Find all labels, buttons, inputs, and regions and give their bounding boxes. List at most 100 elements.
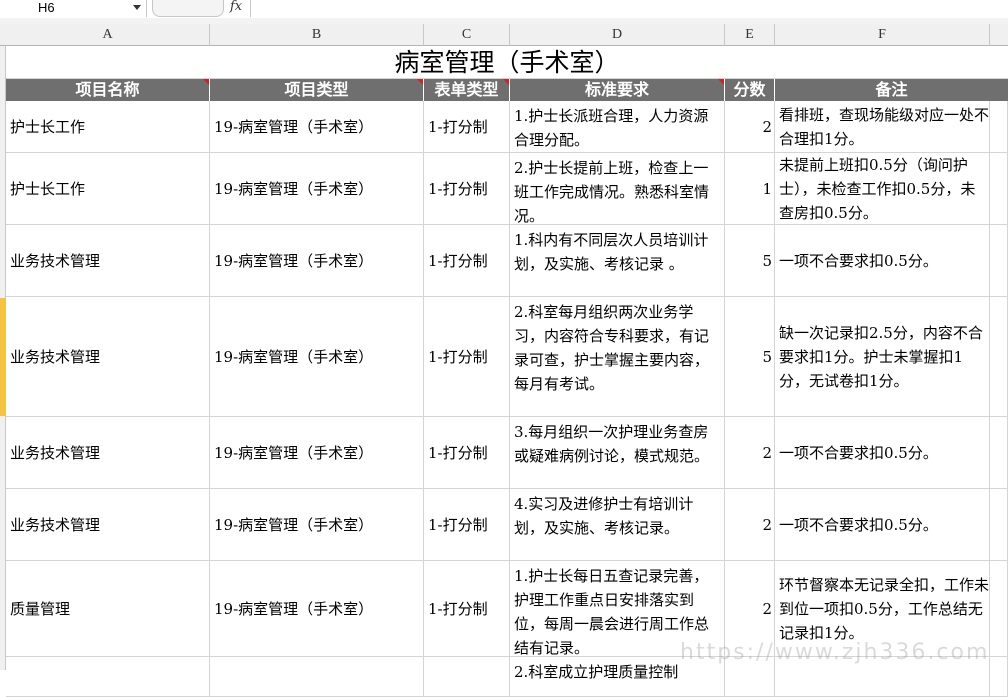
cell-type[interactable] bbox=[210, 657, 424, 697]
cell-requirement[interactable]: 2.护士长提前上班，检查上一班工作完成情况。熟悉科室情况。 bbox=[510, 153, 725, 225]
cell-form[interactable]: 1-打分制 bbox=[424, 297, 510, 417]
cell-empty[interactable] bbox=[990, 225, 1008, 297]
cell-type[interactable]: 19-病室管理（手术室） bbox=[210, 561, 424, 657]
cell-note[interactable]: 未提前上班扣0.5分（询问护士），未检查工作扣0.5分，未查房扣0.5分。 bbox=[775, 153, 990, 225]
cell-name[interactable]: 质量管理 bbox=[6, 561, 210, 657]
cell-empty[interactable] bbox=[990, 561, 1008, 657]
cell-score[interactable]: 1 bbox=[725, 153, 775, 225]
cell-note-text: 环节督察本无记录全扣，工作未到位一项扣0.5分，工作总结无记录扣1分。 bbox=[779, 575, 990, 642]
cell-type-text: 19-病室管理（手术室） bbox=[214, 444, 374, 462]
cell-type[interactable]: 19-病室管理（手术室） bbox=[210, 225, 424, 297]
column-header-d[interactable]: D bbox=[510, 24, 725, 46]
cell-note[interactable]: 看排班，查现场能级对应一处不合理扣1分。 bbox=[775, 101, 990, 153]
cell-name-text: 业务技术管理 bbox=[10, 252, 101, 270]
cell-form[interactable]: 1-打分制 bbox=[424, 561, 510, 657]
cell-type[interactable]: 19-病室管理（手术室） bbox=[210, 153, 424, 225]
cell-form-text: 1-打分制 bbox=[428, 180, 488, 198]
cell-name[interactable]: 护士长工作 bbox=[6, 153, 210, 225]
cell-form-text: 1-打分制 bbox=[428, 516, 488, 534]
header-cell-type[interactable]: 项目类型 bbox=[210, 79, 424, 101]
cell-note[interactable]: 一项不合要求扣0.5分。 bbox=[775, 225, 990, 297]
cell-type-text: 19-病室管理（手术室） bbox=[214, 348, 374, 366]
cell-name-text: 业务技术管理 bbox=[10, 444, 101, 462]
name-box-value: H6 bbox=[38, 0, 55, 15]
cell-type[interactable]: 19-病室管理（手术室） bbox=[210, 101, 424, 153]
cell-form[interactable] bbox=[424, 657, 510, 697]
header-label: 项目类型 bbox=[284, 80, 349, 99]
cell-type-text: 19-病室管理（手术室） bbox=[214, 118, 374, 136]
cell-requirement[interactable]: 4.实习及进修护士有培训计划，及实施、考核记录。 bbox=[510, 489, 725, 561]
header-label: 标准要求 bbox=[584, 80, 649, 99]
cell-form[interactable]: 1-打分制 bbox=[424, 489, 510, 561]
cell-name[interactable]: 护士长工作 bbox=[6, 101, 210, 153]
cell-form-text: 1-打分制 bbox=[428, 252, 488, 270]
cell-name[interactable]: 业务技术管理 bbox=[6, 225, 210, 297]
cell-form-text: 1-打分制 bbox=[428, 348, 488, 366]
cell-requirement[interactable]: 3.每月组织一次护理业务查房或疑难病例讨论，模式规范。 bbox=[510, 417, 725, 489]
cell-type-text: 19-病室管理（手术室） bbox=[214, 252, 374, 270]
insert-function-icon[interactable]: fx bbox=[230, 0, 242, 14]
cell-score-text: 1 bbox=[762, 179, 772, 198]
cell-score[interactable]: 5 bbox=[725, 297, 775, 417]
cell-requirement-text: 2.科室每月组织两次业务学习，内容符合专科要求，有记录可查，护士掌握主要内容，每… bbox=[514, 303, 710, 393]
column-header-f[interactable]: F bbox=[775, 24, 990, 46]
cell-empty[interactable] bbox=[990, 489, 1008, 561]
cell-score-text: 2 bbox=[762, 443, 772, 462]
cell-score[interactable]: 2 bbox=[725, 101, 775, 153]
comment-marker-icon bbox=[718, 79, 724, 85]
cell-score-text: 2 bbox=[762, 117, 772, 136]
column-header-c[interactable]: C bbox=[424, 24, 510, 46]
cell-score-text: 5 bbox=[762, 347, 772, 366]
cell-empty[interactable] bbox=[990, 657, 1008, 697]
cell-type[interactable]: 19-病室管理（手术室） bbox=[210, 489, 424, 561]
cell-note-text: 一项不合要求扣0.5分。 bbox=[779, 251, 938, 270]
cell-type-text: 19-病室管理（手术室） bbox=[214, 180, 374, 198]
cell-form[interactable]: 1-打分制 bbox=[424, 417, 510, 489]
cell-name[interactable]: 业务技术管理 bbox=[6, 417, 210, 489]
cell-note[interactable]: 一项不合要求扣0.5分。 bbox=[775, 489, 990, 561]
column-header-a[interactable]: A bbox=[6, 24, 210, 46]
cell-name[interactable] bbox=[6, 657, 210, 697]
cell-form-text: 1-打分制 bbox=[428, 444, 488, 462]
cell-note[interactable]: 一项不合要求扣0.5分。 bbox=[775, 417, 990, 489]
cell-score-text: 2 bbox=[762, 599, 772, 618]
cell-empty[interactable] bbox=[990, 417, 1008, 489]
cell-name[interactable]: 业务技术管理 bbox=[6, 297, 210, 417]
formula-input[interactable] bbox=[252, 0, 1008, 17]
cell-empty[interactable] bbox=[990, 297, 1008, 417]
comment-marker-icon bbox=[503, 79, 509, 85]
formula-bar-splitter[interactable] bbox=[152, 0, 224, 17]
column-header-next[interactable] bbox=[990, 24, 1008, 46]
cell-note-text: 未提前上班扣0.5分（询问护士），未检查工作扣0.5分，未查房扣0.5分。 bbox=[779, 155, 976, 222]
cell-score[interactable]: 2 bbox=[725, 489, 775, 561]
cell-form[interactable]: 1-打分制 bbox=[424, 225, 510, 297]
cell-type[interactable]: 19-病室管理（手术室） bbox=[210, 417, 424, 489]
cell-name-text: 业务技术管理 bbox=[10, 348, 101, 366]
cell-requirement[interactable]: 1.科内有不同层次人员培训计划，及实施、考核记录 。 bbox=[510, 225, 725, 297]
cell-form[interactable]: 1-打分制 bbox=[424, 153, 510, 225]
header-cell-note[interactable]: 备注 bbox=[775, 79, 1008, 101]
cell-requirement[interactable]: 2.科室每月组织两次业务学习，内容符合专科要求，有记录可查，护士掌握主要内容，每… bbox=[510, 297, 725, 417]
cell-type-text: 19-病室管理（手术室） bbox=[214, 600, 374, 618]
name-box[interactable]: H6 bbox=[0, 0, 147, 17]
cell-empty[interactable] bbox=[990, 153, 1008, 225]
column-header-b[interactable]: B bbox=[210, 24, 424, 46]
column-header-e[interactable]: E bbox=[725, 24, 775, 46]
header-cell-requirement[interactable]: 标准要求 bbox=[510, 79, 725, 101]
cell-note-text: 缺一次记录扣2.5分，内容不合要求扣1分。护士未掌握扣1分，无试卷扣1分。 bbox=[779, 323, 983, 390]
cell-requirement[interactable]: 1.护士长派班合理，人力资源合理分配。 bbox=[510, 101, 725, 153]
cell-score[interactable]: 5 bbox=[725, 225, 775, 297]
sheet-title[interactable]: 病室管理（手术室） bbox=[6, 46, 1008, 79]
header-cell-form[interactable]: 表单类型 bbox=[424, 79, 510, 101]
cell-empty[interactable] bbox=[990, 101, 1008, 153]
cell-form[interactable]: 1-打分制 bbox=[424, 101, 510, 153]
cell-type[interactable]: 19-病室管理（手术室） bbox=[210, 297, 424, 417]
cell-note[interactable]: 缺一次记录扣2.5分，内容不合要求扣1分。护士未掌握扣1分，无试卷扣1分。 bbox=[775, 297, 990, 417]
header-cell-name[interactable]: 项目名称 bbox=[6, 79, 210, 101]
chevron-down-icon[interactable] bbox=[133, 5, 141, 10]
cell-type-text: 19-病室管理（手术室） bbox=[214, 516, 374, 534]
formula-bar: H6 fx bbox=[0, 0, 1008, 19]
cell-name[interactable]: 业务技术管理 bbox=[6, 489, 210, 561]
cell-score[interactable]: 2 bbox=[725, 417, 775, 489]
header-cell-score[interactable]: 分数 bbox=[725, 79, 775, 101]
